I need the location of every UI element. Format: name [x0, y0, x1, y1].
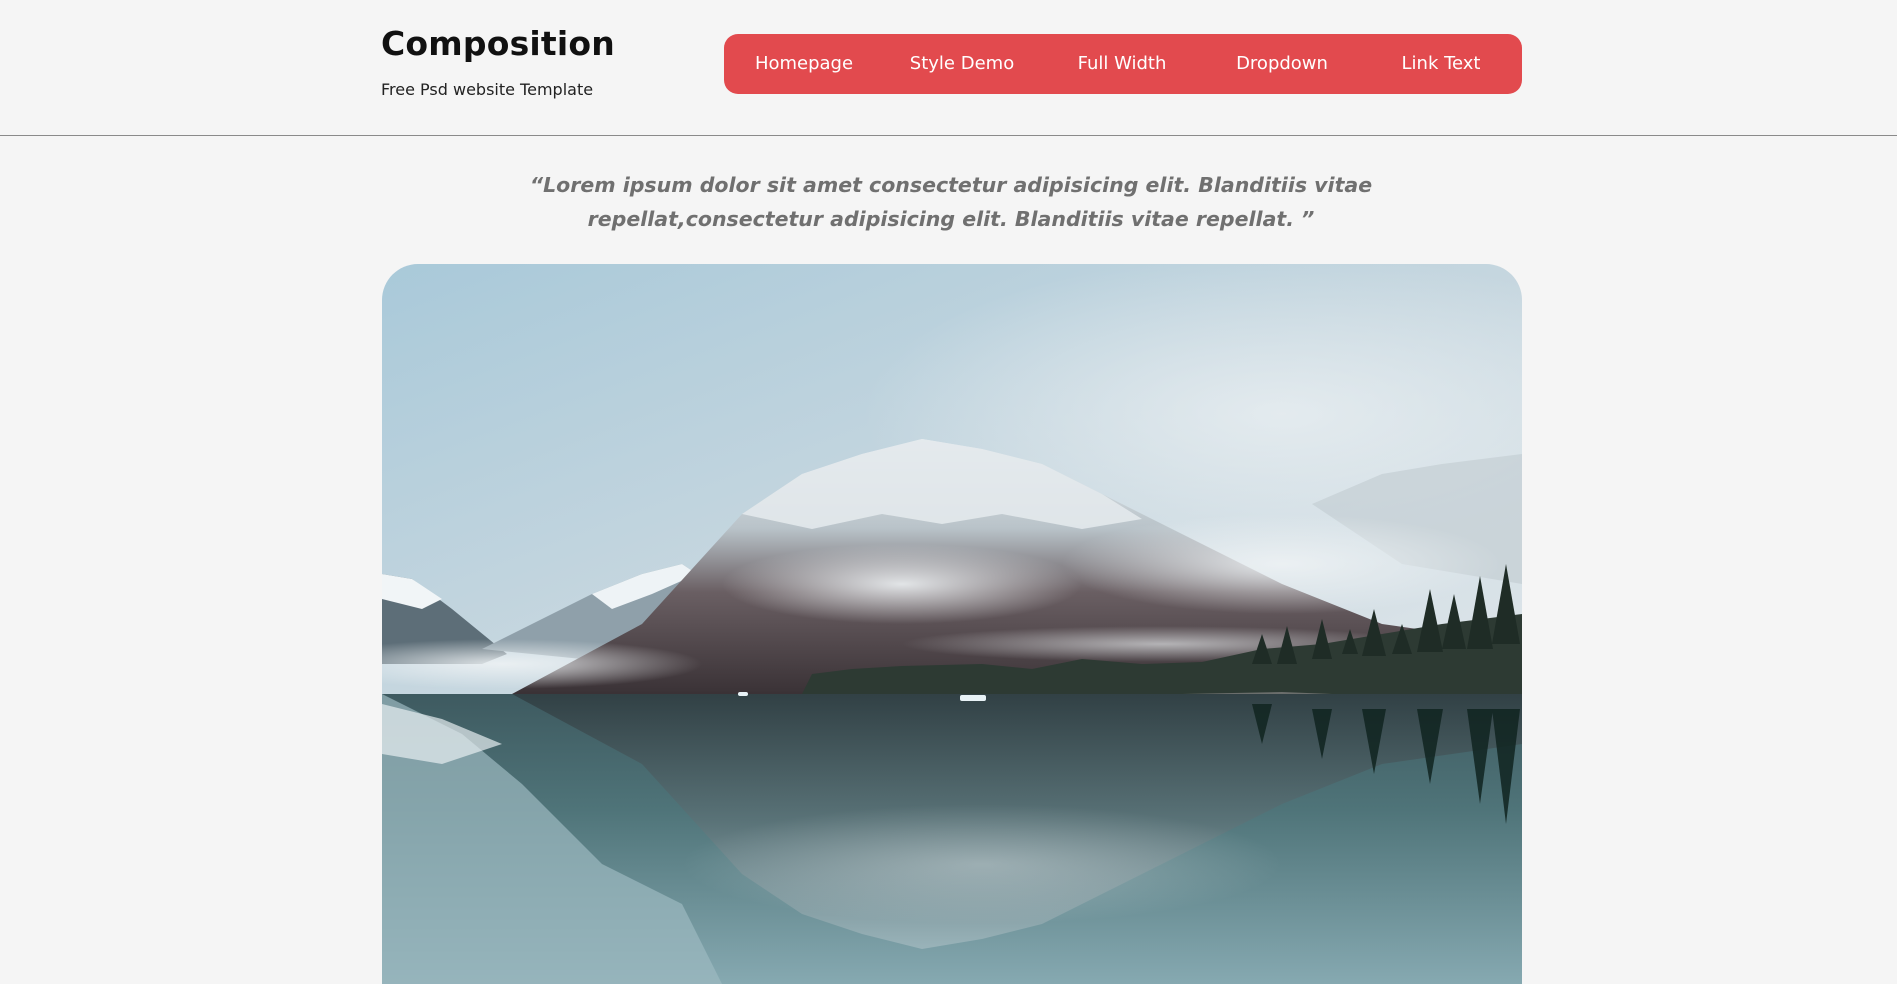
site-header: Composition Free Psd website Template Ho… — [0, 0, 1897, 136]
nav-item-homepage[interactable]: Homepage — [755, 34, 853, 94]
intro-quote-line-2: repellat,consectetur adipisicing elit. B… — [587, 207, 1315, 231]
hero-image — [382, 264, 1522, 984]
intro-quote: “Lorem ipsum dolor sit amet consectetur … — [381, 168, 1521, 236]
nav-item-style-demo[interactable]: Style Demo — [910, 34, 1014, 94]
nav-item-dropdown[interactable]: Dropdown — [1236, 34, 1328, 94]
site-title[interactable]: Composition — [381, 24, 615, 63]
nav-item-full-width[interactable]: Full Width — [1078, 34, 1167, 94]
mountain-lake-photo — [382, 264, 1522, 984]
intro-quote-line-1: “Lorem ipsum dolor sit amet consectetur … — [529, 173, 1373, 197]
site-tagline: Free Psd website Template — [381, 80, 594, 99]
nav-item-link-text[interactable]: Link Text — [1402, 34, 1481, 94]
main-nav: Homepage Style Demo Full Width Dropdown … — [724, 34, 1522, 94]
